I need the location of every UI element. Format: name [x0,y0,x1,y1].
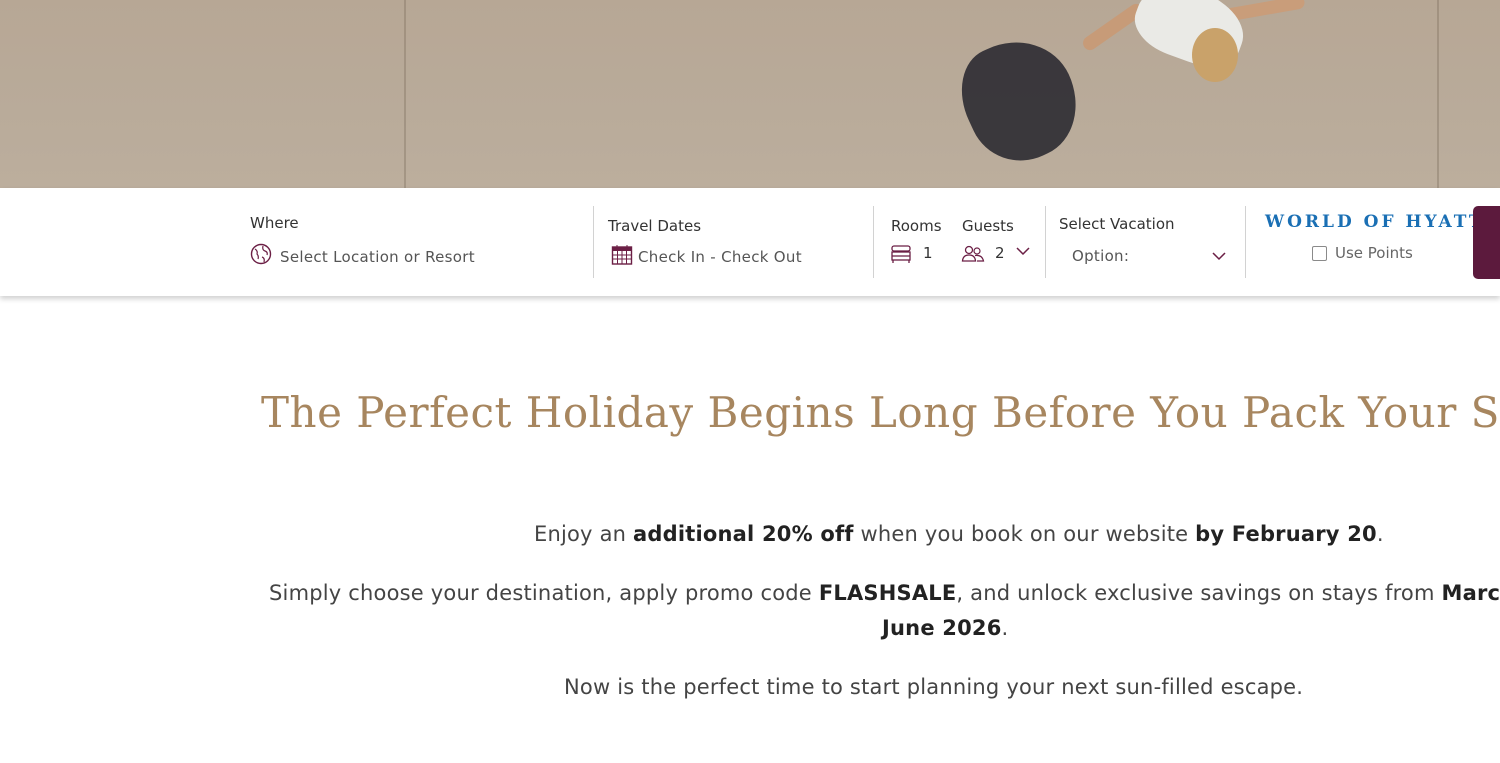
promo-code: FLASHSALE [818,581,957,605]
offer-discount: additional 20% off [633,522,854,546]
use-points-checkbox[interactable] [1312,246,1327,261]
where-label: Where [250,214,299,232]
globe-icon [250,243,272,265]
world-of-hyatt-logo-text: WORLD OF HYATT [1265,212,1485,232]
hero-shadow [944,22,1096,178]
offer-text: Enjoy an additional 20% off when you boo… [534,522,1384,546]
page: Where Select Location or Resort Travel D… [0,0,1500,763]
bed-icon [891,245,911,263]
rooms-label: Rooms [891,217,942,235]
promo-text-line2: June 2026. [882,616,1008,640]
hero-seam [404,0,406,188]
divider [1045,206,1046,278]
book-button[interactable] [1473,206,1500,279]
page-title: The Perfect Holiday Begins Long Before Y… [261,388,1500,437]
calendar-icon [611,245,633,265]
use-points-label[interactable]: Use Points [1335,244,1413,262]
offer-text-part: Enjoy an [534,522,634,546]
promo-text: Simply choose your destination, apply pr… [269,581,1500,605]
world-of-hyatt-logo: WORLD OF HYATT® [1265,212,1493,232]
guests-value: 2 [995,244,1005,262]
where-input[interactable]: Select Location or Resort [280,248,475,266]
promo-text-part: . [1001,616,1009,640]
travel-dates-label: Travel Dates [608,217,702,235]
chevron-down-icon[interactable] [1015,245,1031,257]
promo-text-part: , and unlock exclusive savings on stays … [956,581,1442,605]
promo-end-date: June 2026 [882,616,1002,640]
hero-image [0,0,1500,188]
promo-start-date: Marc [1441,581,1500,605]
booking-bar: Where Select Location or Resort Travel D… [0,188,1500,296]
guests-icon [961,245,985,262]
divider [873,206,874,278]
vacation-value[interactable]: Option: [1072,247,1129,265]
offer-text-part: . [1376,522,1384,546]
chevron-down-icon[interactable] [1211,250,1227,262]
travel-dates-input[interactable]: Check In - Check Out [638,248,802,266]
hero-person-head [1192,28,1238,82]
guests-label: Guests [962,217,1014,235]
offer-text-part: when you book on our website [853,522,1196,546]
promo-text-part: Simply choose your destination, apply pr… [269,581,819,605]
closing-text: Now is the perfect time to start plannin… [564,675,1304,699]
vacation-label: Select Vacation [1059,215,1175,233]
divider [1245,206,1246,278]
divider [593,206,594,278]
offer-deadline: by February 20 [1195,522,1377,546]
hero-seam [1437,0,1439,188]
rooms-value: 1 [923,244,933,262]
